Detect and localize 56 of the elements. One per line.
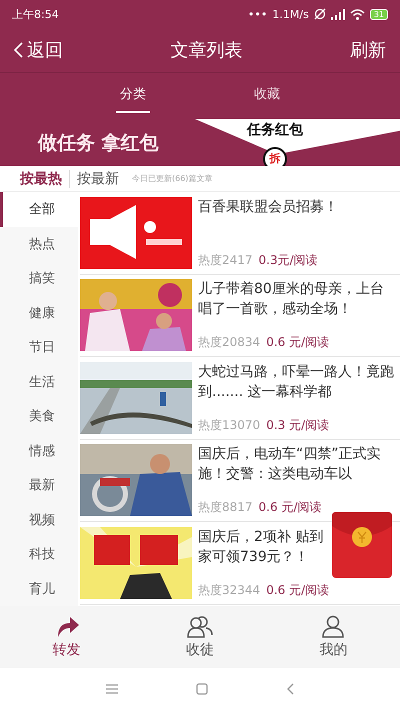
- signal-icon: [330, 8, 345, 20]
- category-item[interactable]: 搞笑: [0, 261, 78, 296]
- category-item[interactable]: 科技: [0, 537, 78, 572]
- category-item[interactable]: 情感: [0, 434, 78, 468]
- category-item[interactable]: 最新: [0, 468, 78, 502]
- update-note: 今日已更新(66)篇文章: [132, 173, 212, 184]
- category-item[interactable]: 健康: [0, 296, 78, 330]
- nav-tab[interactable]: 收徒: [164, 615, 235, 659]
- envelope-seal: 拆: [263, 147, 287, 166]
- reward-rate: 0.6 元/阅读: [258, 499, 322, 516]
- category-item[interactable]: 生活: [0, 364, 78, 399]
- envelope-title: 任务红包: [247, 121, 303, 139]
- reward-rate: 0.3元/阅读: [258, 252, 318, 269]
- article-title[interactable]: 儿子带着80厘米的母亲，上台唱了一首歌，感动全场！: [198, 279, 396, 320]
- heat-count: 热度8817: [198, 499, 253, 516]
- category-item[interactable]: 视频: [0, 502, 78, 537]
- category-item[interactable]: 美食: [0, 399, 78, 434]
- battery-indicator: 31: [370, 8, 388, 20]
- network-speed: 1.1M/s: [272, 8, 309, 20]
- menu-icon[interactable]: [106, 684, 118, 694]
- article-title[interactable]: 大蛇过马路，吓晕一路人！竟跑到....... 这一幕科学都: [198, 362, 396, 402]
- category-item[interactable]: 热点: [0, 226, 78, 261]
- tab[interactable]: 分类: [116, 73, 150, 113]
- status-time: 上午8:54: [12, 6, 59, 22]
- article-title[interactable]: 百香果联盟会员招募！: [198, 196, 396, 217]
- reward-rate: 0.6 元/阅读: [266, 334, 330, 352]
- wifi-icon: [350, 8, 365, 20]
- status-dots: •••: [248, 8, 268, 20]
- article-title[interactable]: 国庆后，2项补 贴到家可领739元？！: [198, 526, 336, 567]
- heat-count: 热度20834: [198, 334, 260, 352]
- home-square-icon[interactable]: [196, 683, 208, 695]
- reward-rate: 0.3 元/阅读: [266, 416, 330, 434]
- article-title[interactable]: 国庆后，电动车“四禁”正式实施！交警：这类电动车以: [198, 444, 396, 484]
- gift-envelope-icon[interactable]: [332, 512, 392, 578]
- alarm-off-icon: [314, 8, 326, 20]
- reward-rate: 0.6 元/阅读: [266, 582, 330, 599]
- refresh-button[interactable]: 刷新: [350, 38, 386, 62]
- back-button[interactable]: 返回: [14, 38, 63, 62]
- person-icon: [320, 615, 346, 639]
- category-item[interactable]: 节日: [0, 330, 78, 364]
- heat-count: 热度2417: [198, 252, 253, 269]
- tab[interactable]: 收藏: [250, 73, 284, 113]
- category-item[interactable]: 全部: [0, 192, 78, 226]
- nav-tab[interactable]: 我的: [298, 615, 368, 659]
- back-icon[interactable]: [286, 683, 294, 695]
- banner-text: 做任务 拿红包: [38, 130, 159, 156]
- category-item[interactable]: 育儿: [0, 572, 78, 606]
- chevron-left-icon: [14, 42, 23, 58]
- sort-option[interactable]: 按最新: [77, 170, 119, 188]
- nav-tab[interactable]: 转发: [32, 615, 102, 659]
- people-icon: [186, 615, 214, 639]
- sort-option[interactable]: 按最热: [20, 170, 62, 188]
- page-title: 文章列表: [170, 39, 242, 62]
- heat-count: 热度32344: [198, 582, 260, 599]
- heat-count: 热度13070: [198, 416, 260, 434]
- promo-banner[interactable]: 做任务 拿红包 任务红包 拆: [0, 119, 400, 166]
